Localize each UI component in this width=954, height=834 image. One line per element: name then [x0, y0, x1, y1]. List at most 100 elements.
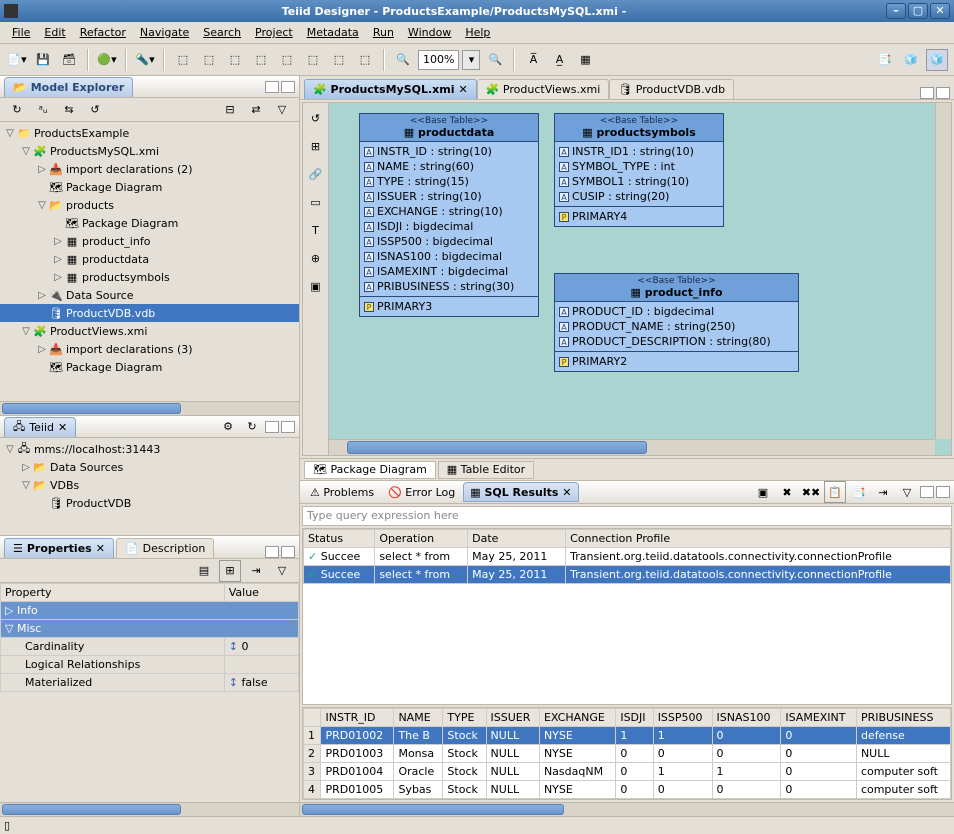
tool-icon[interactable]: ⬚ [172, 49, 194, 71]
menu-file[interactable]: File [6, 24, 36, 41]
tool-icon[interactable]: ⊞ [219, 560, 241, 582]
link-icon[interactable]: ⇄ [245, 99, 267, 121]
minimize-icon[interactable] [265, 81, 279, 93]
query-history-table[interactable]: StatusOperationDateConnection Profile ✓ … [303, 529, 951, 584]
tree-item[interactable]: 🗺Package Diagram [0, 358, 299, 376]
tool-icon[interactable]: 📑 [848, 481, 870, 503]
tree-item[interactable]: ▽📂VDBs [0, 476, 299, 494]
close-button[interactable]: ✕ [930, 3, 950, 19]
removeall-icon[interactable]: ✖✖ [800, 481, 822, 503]
properties-tab[interactable]: ☰ Properties ✕ [4, 538, 114, 558]
sql-results-table[interactable]: INSTR_IDNAMETYPEISSUEREXCHANGEISDJIISSP5… [303, 708, 951, 799]
entity-productdata[interactable]: <<Base Table>>▦ productdata AINSTR_ID : … [359, 113, 539, 317]
maximize-icon[interactable] [936, 486, 950, 498]
nav-icon[interactable]: ↺ [84, 99, 106, 121]
tool-icon[interactable]: ⬚ [198, 49, 220, 71]
zoom-icon[interactable]: 🔍 [392, 49, 414, 71]
tool-icon[interactable]: 📋 [824, 481, 846, 503]
menu-run[interactable]: Run [367, 24, 400, 41]
maximize-icon[interactable] [281, 546, 295, 558]
collapse-icon[interactable]: ⊟ [219, 99, 241, 121]
close-icon[interactable]: ✕ [58, 421, 67, 434]
column-header[interactable]: ISSP500 [653, 709, 712, 727]
teiid-tree[interactable]: ▽🖧mms://localhost:31443▷📂Data Sources▽📂V… [0, 438, 299, 535]
refresh-icon[interactable]: ↻ [6, 99, 28, 121]
minimize-icon[interactable] [265, 421, 279, 433]
scrollbar[interactable] [329, 439, 935, 455]
palette-icon[interactable]: ↺ [305, 107, 327, 129]
tree-item[interactable]: ▷▦productdata [0, 250, 299, 268]
menu-navigate[interactable]: Navigate [134, 24, 195, 41]
menu-search[interactable]: Search [197, 24, 247, 41]
tree-item[interactable]: ▽🧩ProductsMySQL.xmi [0, 142, 299, 160]
property-row[interactable]: Materialized↕ false [1, 674, 299, 692]
close-icon[interactable]: ✕ [459, 83, 468, 96]
tree-item[interactable]: 🛢ProductVDB.vdb [0, 304, 299, 322]
description-tab[interactable]: 📄 Description [116, 538, 214, 558]
menu-icon[interactable]: ▽ [271, 99, 293, 121]
palette-icon[interactable]: ⊕ [305, 247, 327, 269]
column-header[interactable]: INSTR_ID [321, 709, 394, 727]
editor-tab[interactable]: 🧩 ProductViews.xmi [477, 79, 610, 99]
tree-item[interactable]: ▷▦product_info [0, 232, 299, 250]
palette-icon[interactable]: ⊞ [305, 135, 327, 157]
result-row[interactable]: 1PRD01002The BStockNULLNYSE1100defense [304, 727, 951, 745]
menu-refactor[interactable]: Refactor [74, 24, 132, 41]
minimize-icon[interactable] [920, 486, 934, 498]
column-header[interactable]: TYPE [443, 709, 486, 727]
menu-icon[interactable]: ▽ [271, 560, 293, 582]
minimize-button[interactable]: – [886, 3, 906, 19]
tree-item[interactable]: ▽🧩ProductViews.xmi [0, 322, 299, 340]
tool-icon[interactable]: ⇥ [245, 560, 267, 582]
font-dec-icon[interactable]: A̲ [548, 49, 570, 71]
zoom-dropdown[interactable]: ▾ [462, 50, 480, 70]
tree-item[interactable]: 🗺Package Diagram [0, 178, 299, 196]
column-header[interactable]: Date [468, 530, 566, 548]
tool-icon[interactable]: ⚙ [217, 416, 239, 438]
result-row[interactable]: 2PRD01003MonsaStockNULLNYSE0000NULL [304, 745, 951, 763]
tree-item[interactable]: ▷🔌Data Source [0, 286, 299, 304]
tool-icon[interactable]: ⬚ [250, 49, 272, 71]
sort-icon[interactable]: ᵃᵤ [32, 99, 54, 121]
perspective-icon[interactable]: 📑 [874, 49, 896, 71]
modelexplorer-tree[interactable]: ▽📁ProductsExample▽🧩ProductsMySQL.xmi▷📥im… [0, 122, 299, 401]
remove-icon[interactable]: ✖ [776, 481, 798, 503]
tree-item[interactable]: ▽🖧mms://localhost:31443 [0, 440, 299, 458]
property-row[interactable]: Cardinality↕ 0 [1, 638, 299, 656]
history-row[interactable]: ✓ Succeeselect * fromMay 25, 2011Transie… [304, 548, 951, 566]
column-header[interactable]: ISSUER [486, 709, 539, 727]
entity-productsymbols[interactable]: <<Base Table>>▦ productsymbols AINSTR_ID… [554, 113, 724, 227]
tree-item[interactable]: ▷📂Data Sources [0, 458, 299, 476]
perspective-icon[interactable]: 🧊 [926, 49, 948, 71]
zoom-input[interactable]: 100% [418, 50, 459, 70]
modelexplorer-tab[interactable]: 📂 Model Explorer [4, 77, 133, 97]
new-icon[interactable]: 📄▾ [6, 49, 28, 71]
menu-icon[interactable]: ▽ [896, 481, 918, 503]
tree-item[interactable]: ▽📁ProductsExample [0, 124, 299, 142]
menu-metadata[interactable]: Metadata [301, 24, 365, 41]
column-header[interactable]: ISNAS100 [712, 709, 781, 727]
column-header[interactable] [304, 709, 321, 727]
menu-edit[interactable]: Edit [38, 24, 71, 41]
menu-window[interactable]: Window [402, 24, 457, 41]
teiid-tab[interactable]: 🖧 Teiid ✕ [4, 417, 76, 437]
editor-tab[interactable]: 🛢 ProductVDB.vdb [609, 79, 734, 99]
column-header[interactable]: NAME [394, 709, 443, 727]
minimize-icon[interactable] [265, 546, 279, 558]
entity-productinfo[interactable]: <<Base Table>>▦ product_info APRODUCT_ID… [554, 273, 799, 372]
maximize-icon[interactable] [281, 421, 295, 433]
scrollbar[interactable] [0, 401, 299, 415]
filter-icon[interactable]: ⇥ [872, 481, 894, 503]
property-row[interactable]: Logical Relationships [1, 656, 299, 674]
scrollbar[interactable] [0, 802, 299, 816]
column-header[interactable]: Connection Profile [566, 530, 951, 548]
view-tab[interactable]: ⚠ Problems [304, 482, 380, 502]
perspective-icon[interactable]: 🧊 [900, 49, 922, 71]
tree-item[interactable]: 🗺Package Diagram [0, 214, 299, 232]
property-row[interactable]: ▽ Misc [1, 620, 299, 638]
tree-item[interactable]: 🛢ProductVDB [0, 494, 299, 512]
history-row[interactable]: ✓ Succeeselect * fromMay 25, 2011Transie… [304, 566, 951, 584]
zoom-icon[interactable]: 🔍 [484, 49, 506, 71]
tool-icon[interactable]: ⬚ [224, 49, 246, 71]
diagram-editor[interactable]: ↺ ⊞ 🔗 ▭ T ⊕ ▣ <<Base Table>>▦ productdat… [302, 102, 952, 456]
